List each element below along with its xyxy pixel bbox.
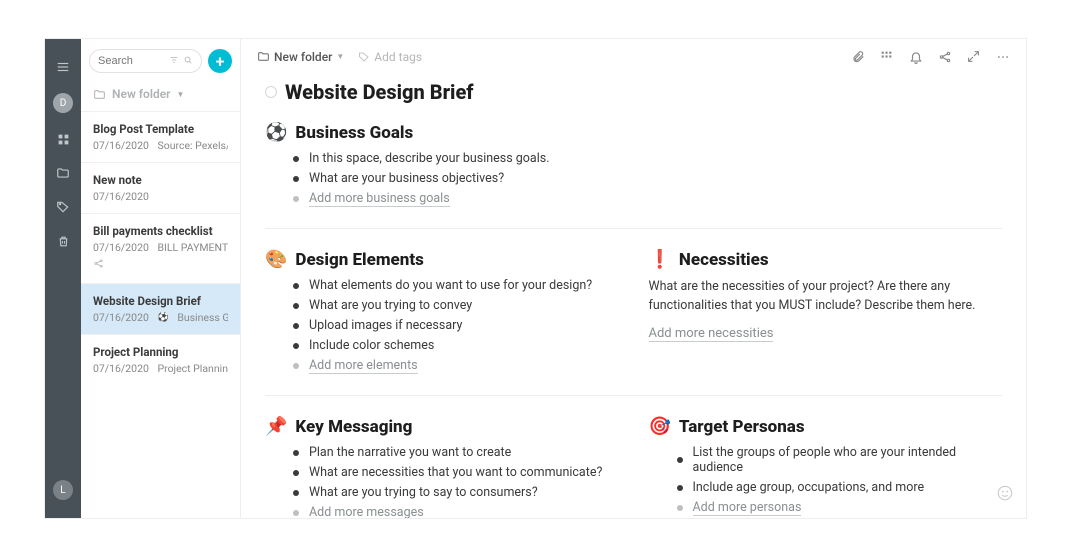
- section-title[interactable]: Business Goals: [295, 123, 413, 143]
- chevron-down-icon: ▼: [177, 90, 185, 99]
- note-title: Blog Post Template: [93, 122, 228, 136]
- search-input-wrap[interactable]: [89, 49, 202, 73]
- exclamation-icon: ❗: [649, 249, 671, 270]
- note-item[interactable]: New note 07/16/2020: [81, 162, 240, 213]
- note-item[interactable]: Project Planning 07/16/2020 Project Plan…: [81, 334, 240, 385]
- soccer-icon: ⚽: [265, 122, 287, 143]
- topbar: New folder ▼ Add tags: [241, 39, 1026, 74]
- palette-icon: 🎨: [265, 249, 287, 270]
- nav-rail: D L: [45, 39, 81, 518]
- folder-icon[interactable]: [55, 165, 71, 181]
- apps-icon[interactable]: [55, 131, 71, 147]
- search-input[interactable]: [98, 55, 169, 67]
- filter-icon[interactable]: [169, 54, 179, 69]
- trash-icon[interactable]: [55, 233, 71, 249]
- note-title: Bill payments checklist: [93, 224, 228, 238]
- note-item[interactable]: Website Design Brief 07/16/2020 ⚽ Busine…: [81, 283, 240, 334]
- section-key-messaging: 📌 Key Messaging Plan the narrative you w…: [265, 416, 619, 518]
- user-avatar[interactable]: L: [53, 480, 73, 500]
- share-icon: [93, 258, 228, 273]
- menu-icon[interactable]: [55, 59, 71, 75]
- pin-icon: 📌: [265, 416, 287, 437]
- section-title[interactable]: Necessities: [679, 250, 769, 270]
- search-icon[interactable]: [183, 54, 193, 69]
- section-necessities: ❗ Necessities What are the necessities o…: [649, 249, 1003, 379]
- section-title[interactable]: Target Personas: [679, 417, 805, 437]
- add-more-link[interactable]: Add more messages: [309, 505, 424, 518]
- editor-content[interactable]: Website Design Brief ⚽ Business Goals In…: [241, 74, 1026, 518]
- page-title[interactable]: Website Design Brief: [285, 80, 474, 104]
- section-para[interactable]: What are the necessities of your project…: [649, 278, 1003, 316]
- new-note-button[interactable]: +: [208, 49, 232, 73]
- section-business-goals: ⚽ Business Goals In this space, describe…: [265, 122, 1002, 229]
- main: New folder ▼ Add tags Website De: [241, 39, 1026, 518]
- add-more-link[interactable]: Add more necessities: [649, 326, 774, 342]
- workspace-avatar[interactable]: D: [53, 93, 73, 113]
- more-icon[interactable]: [995, 49, 1010, 64]
- attachment-icon[interactable]: [850, 49, 865, 64]
- folder-icon: [257, 50, 270, 63]
- chevron-down-icon: ▼: [336, 52, 344, 61]
- expand-icon[interactable]: [966, 49, 981, 64]
- folder-label: New folder: [112, 87, 171, 101]
- tag-icon: [358, 51, 370, 63]
- section-title[interactable]: Design Elements: [295, 250, 423, 270]
- note-title: New note: [93, 173, 228, 187]
- share-icon[interactable]: [937, 49, 952, 64]
- add-tags-button[interactable]: Add tags: [358, 50, 422, 64]
- feedback-icon[interactable]: [996, 484, 1014, 506]
- grid-icon[interactable]: [879, 49, 894, 64]
- target-icon: 🎯: [649, 416, 671, 437]
- add-more-link[interactable]: Add more personas: [693, 500, 802, 516]
- add-more-link[interactable]: Add more elements: [309, 358, 418, 374]
- note-title: Website Design Brief: [93, 294, 228, 308]
- checkbox-icon[interactable]: [265, 86, 277, 98]
- bell-icon[interactable]: [908, 49, 923, 64]
- note-item[interactable]: Bill payments checklist 07/16/2020 BILL …: [81, 213, 240, 283]
- add-more-link[interactable]: Add more business goals: [309, 191, 450, 207]
- note-list: Blog Post Template 07/16/2020 Source: Pe…: [81, 111, 240, 518]
- note-title: Project Planning: [93, 345, 228, 359]
- section-title[interactable]: Key Messaging: [295, 417, 412, 437]
- folder-selector[interactable]: New folder ▼: [81, 83, 240, 111]
- note-item[interactable]: Blog Post Template 07/16/2020 Source: Pe…: [81, 111, 240, 162]
- breadcrumb[interactable]: New folder ▼: [257, 50, 344, 64]
- section-design-elements: 🎨 Design Elements What elements do you w…: [265, 249, 619, 379]
- folder-icon: [93, 88, 106, 101]
- sidebar: + New folder ▼ Blog Post Template 07/16/…: [81, 39, 241, 518]
- tag-icon[interactable]: [55, 199, 71, 215]
- section-target-personas: 🎯 Target Personas List the groups of peo…: [649, 416, 1003, 518]
